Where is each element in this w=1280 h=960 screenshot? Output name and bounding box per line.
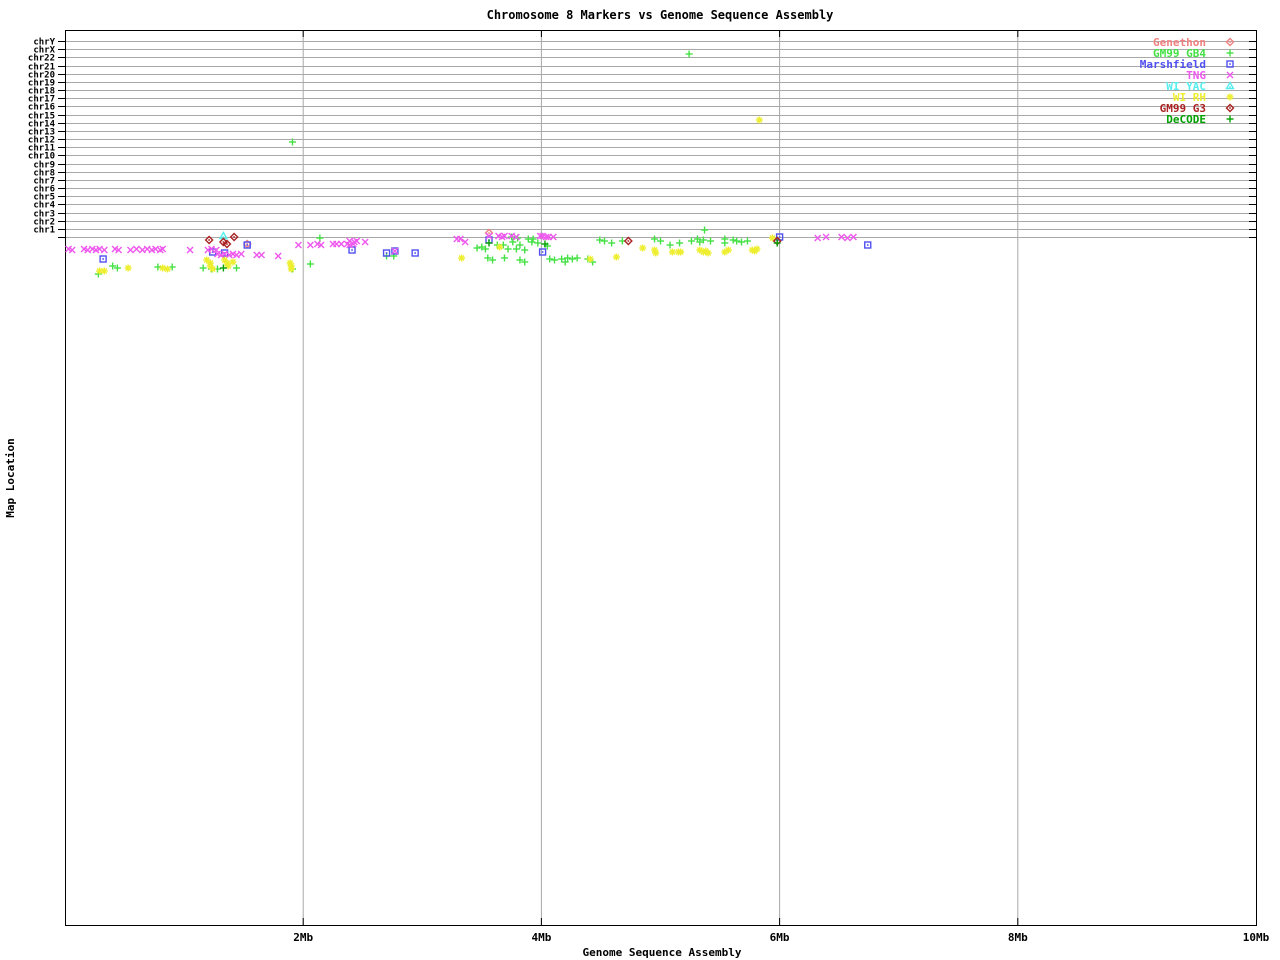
data-point <box>316 234 324 242</box>
data-point <box>546 255 554 263</box>
data-point <box>99 255 107 263</box>
data-point <box>237 250 245 258</box>
data-point <box>538 248 547 256</box>
data-point <box>306 241 314 249</box>
data-point <box>306 260 314 268</box>
legend-label: DeCODE <box>1166 113 1206 126</box>
data-point <box>568 255 576 263</box>
data-point <box>677 248 685 256</box>
data-point <box>687 237 695 245</box>
data-point <box>209 265 217 273</box>
data-point <box>199 264 207 272</box>
data-point <box>724 246 732 254</box>
data-point <box>1226 115 1234 123</box>
data-point <box>652 249 660 257</box>
x-tick-label: 8Mb <box>1008 931 1028 944</box>
chart-figure: Chromosome 8 Markers vs Genome Sequence … <box>0 0 1280 960</box>
data-point <box>473 244 481 252</box>
x-tick-label: 4Mb <box>531 931 551 944</box>
data-point <box>258 251 266 259</box>
data-point <box>132 245 140 253</box>
data-point <box>534 239 542 247</box>
data-point <box>707 237 715 245</box>
data-point <box>586 255 594 263</box>
data-point <box>163 265 171 273</box>
x-tick-label: 10Mb <box>1243 931 1270 944</box>
data-point <box>516 241 524 249</box>
y-axis-title: Map Location <box>4 438 17 517</box>
data-point <box>755 116 763 124</box>
data-point <box>1226 49 1234 57</box>
data-point <box>1226 93 1234 101</box>
data-point <box>294 241 302 249</box>
data-point <box>1225 81 1235 90</box>
data-point <box>233 264 241 272</box>
chart-title: Chromosome 8 Markers vs Genome Sequence … <box>487 8 834 22</box>
data-point <box>361 238 369 246</box>
data-point <box>287 265 295 273</box>
gridlines <box>65 30 1256 925</box>
x-tick-label: 6Mb <box>770 931 790 944</box>
data-point <box>608 239 616 247</box>
data-point <box>127 246 134 254</box>
data-point <box>685 50 693 58</box>
data-point <box>651 235 659 243</box>
data-point <box>551 256 559 264</box>
y-tick-label: chr1 <box>33 226 55 236</box>
data-point <box>521 246 529 254</box>
x-tick-label: 2Mb <box>293 931 313 944</box>
data-point <box>733 237 741 245</box>
data-point <box>124 264 132 272</box>
data-point <box>676 239 684 247</box>
data-point <box>639 244 647 252</box>
data-point <box>573 254 581 262</box>
data-point <box>229 258 237 266</box>
data-point <box>657 237 664 245</box>
data-point <box>504 245 512 253</box>
data-point <box>1225 103 1235 113</box>
data-point <box>274 252 282 260</box>
data-point <box>668 248 676 256</box>
data-point <box>485 232 493 240</box>
data-point <box>500 254 508 262</box>
data-point <box>701 226 709 234</box>
data-point <box>512 245 520 253</box>
data-point <box>458 254 466 262</box>
data-point <box>100 267 108 275</box>
data-point <box>666 241 674 249</box>
data-point <box>753 245 761 253</box>
data-point <box>623 236 633 246</box>
data-point <box>737 238 745 246</box>
data-point <box>864 241 872 249</box>
data-point <box>601 237 609 245</box>
data-point <box>391 247 399 255</box>
data-point <box>337 240 345 248</box>
plot-canvas: Chromosome 8 Markers vs Genome Sequence … <box>4 8 1270 959</box>
data-point <box>411 249 419 257</box>
data-point <box>743 237 751 245</box>
data-point <box>496 243 504 251</box>
data-point <box>100 246 108 254</box>
data-point <box>186 246 194 254</box>
x-axis-title: Genome Sequence Assembly <box>583 946 742 959</box>
data-point <box>721 239 729 247</box>
axes: chrYchrXchr22chr21chr20chr19chr18chr17ch… <box>28 30 1270 944</box>
data-point <box>509 238 517 246</box>
data-point <box>704 249 712 257</box>
data-point <box>612 253 620 261</box>
